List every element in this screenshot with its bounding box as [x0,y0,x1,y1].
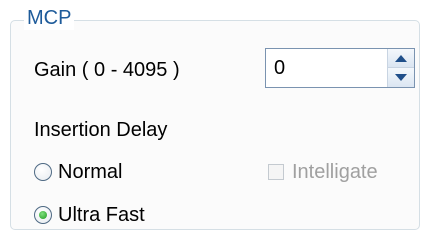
gain-label: Gain ( 0 - 4095 ) [34,59,180,81]
triangle-up-icon [395,54,407,62]
gain-spinner-buttons [387,49,414,87]
insertion-delay-label: Insertion Delay [34,119,168,141]
radio-normal[interactable]: Normal [34,160,122,184]
gain-decrement-button[interactable] [388,68,414,87]
radio-ultra-fast-circle-icon[interactable] [34,206,52,224]
intelligate-checkbox: Intelligate [268,160,378,184]
radio-normal-circle-icon[interactable] [34,163,52,181]
gain-increment-button[interactable] [388,49,414,68]
radio-ultra-fast[interactable]: Ultra Fast [34,203,145,227]
triangle-down-icon [395,74,407,81]
gain-spinner[interactable] [265,48,415,88]
intelligate-label: Intelligate [292,161,378,183]
radio-selected-dot-icon [39,211,47,219]
radio-normal-label[interactable]: Normal [58,160,122,184]
mcp-group-title: MCP [24,6,75,30]
intelligate-checkbox-box [268,164,284,180]
radio-ultra-fast-label[interactable]: Ultra Fast [58,203,145,227]
gain-input[interactable] [266,49,386,87]
